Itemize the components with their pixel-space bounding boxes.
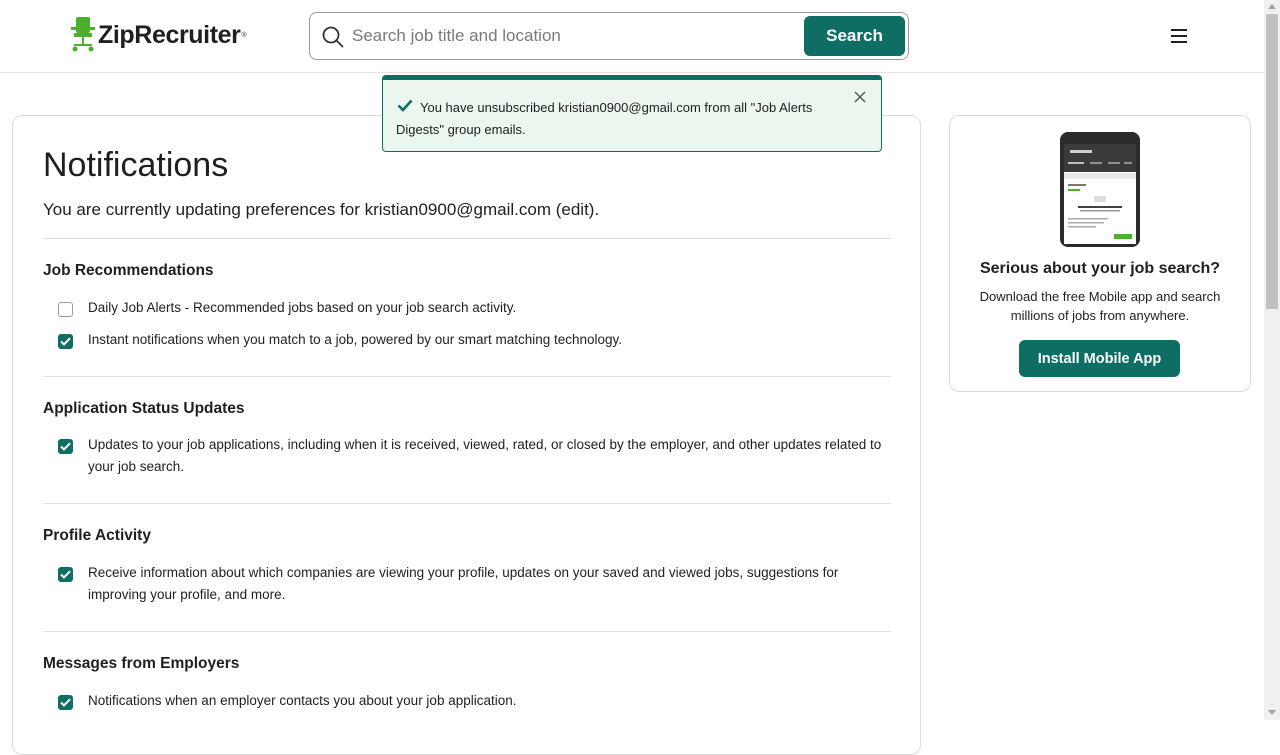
logo-trademark: ® [241, 31, 247, 39]
divider [43, 376, 891, 377]
search-icon [322, 26, 344, 48]
scroll-down-arrow-icon[interactable] [1268, 710, 1276, 715]
office-chair-icon [71, 17, 95, 52]
mobile-app-screenshot [1060, 132, 1140, 247]
toast-message: You have unsubscribed kristian0900@gmail… [396, 100, 813, 137]
divider [43, 631, 891, 632]
option-label: Notifications when an employer contacts … [88, 693, 517, 708]
promo-title: Serious about your job search? [979, 260, 1221, 277]
logo-text: ZipRecruiter [98, 20, 241, 49]
checkmark-icon [60, 442, 71, 451]
option-profile-activity[interactable]: Receive information about which companie… [58, 565, 893, 606]
ziprecruiter-logo[interactable]: ZipRecruiter ® [71, 17, 247, 53]
option-employer-messages[interactable]: Notifications when an employer contacts … [58, 693, 893, 712]
option-label: Instant notifications when you match to … [88, 332, 623, 347]
close-icon[interactable] [854, 91, 866, 103]
checkbox-checked[interactable] [58, 439, 73, 454]
option-instant-notifications[interactable]: Instant notifications when you match to … [58, 332, 893, 351]
checkbox-checked[interactable] [58, 567, 73, 582]
section-title-profile-activity: Profile Activity [43, 527, 151, 544]
scroll-up-arrow-icon[interactable] [1268, 4, 1276, 9]
search-input[interactable] [352, 19, 802, 53]
divider [43, 503, 891, 504]
hamburger-menu-icon[interactable] [1171, 29, 1187, 43]
option-application-updates[interactable]: Updates to your job applications, includ… [58, 437, 893, 478]
checkmark-icon [60, 337, 71, 346]
checkmark-icon [60, 698, 71, 707]
notifications-card: Notifications You are currently updating… [12, 115, 921, 755]
section-title-job-recommendations: Job Recommendations [43, 262, 214, 279]
search-button[interactable]: Search [804, 16, 905, 56]
option-label: Receive information about which companie… [88, 565, 839, 602]
search-box: Search [309, 12, 909, 60]
option-label: Updates to your job applications, includ… [88, 437, 882, 474]
option-label: Daily Job Alerts - Recommended jobs base… [88, 300, 517, 315]
promo-text: Download the free Mobile app and search … [979, 289, 1221, 323]
preferences-line: You are currently updating preferences f… [43, 200, 600, 219]
divider [43, 238, 891, 239]
install-mobile-app-button[interactable]: Install Mobile App [1019, 340, 1180, 377]
checkbox-unchecked[interactable] [58, 302, 73, 317]
scrollbar-thumb[interactable] [1266, 14, 1278, 309]
page-scrollbar[interactable] [1264, 0, 1280, 720]
section-title-application-status: Application Status Updates [43, 400, 245, 417]
checkbox-checked[interactable] [58, 334, 73, 349]
section-title-messages-from-employers: Messages from Employers [43, 655, 240, 672]
mobile-app-promo-card: Serious about your job search? Download … [949, 115, 1251, 392]
checkbox-checked[interactable] [58, 695, 73, 710]
checkmark-icon [60, 570, 71, 579]
site-header: ZipRecruiter ® Search [0, 0, 1264, 73]
unsubscribe-toast: You have unsubscribed kristian0900@gmail… [382, 75, 882, 152]
option-daily-job-alerts[interactable]: Daily Job Alerts - Recommended jobs base… [58, 300, 893, 319]
page-title: Notifications [43, 146, 229, 184]
